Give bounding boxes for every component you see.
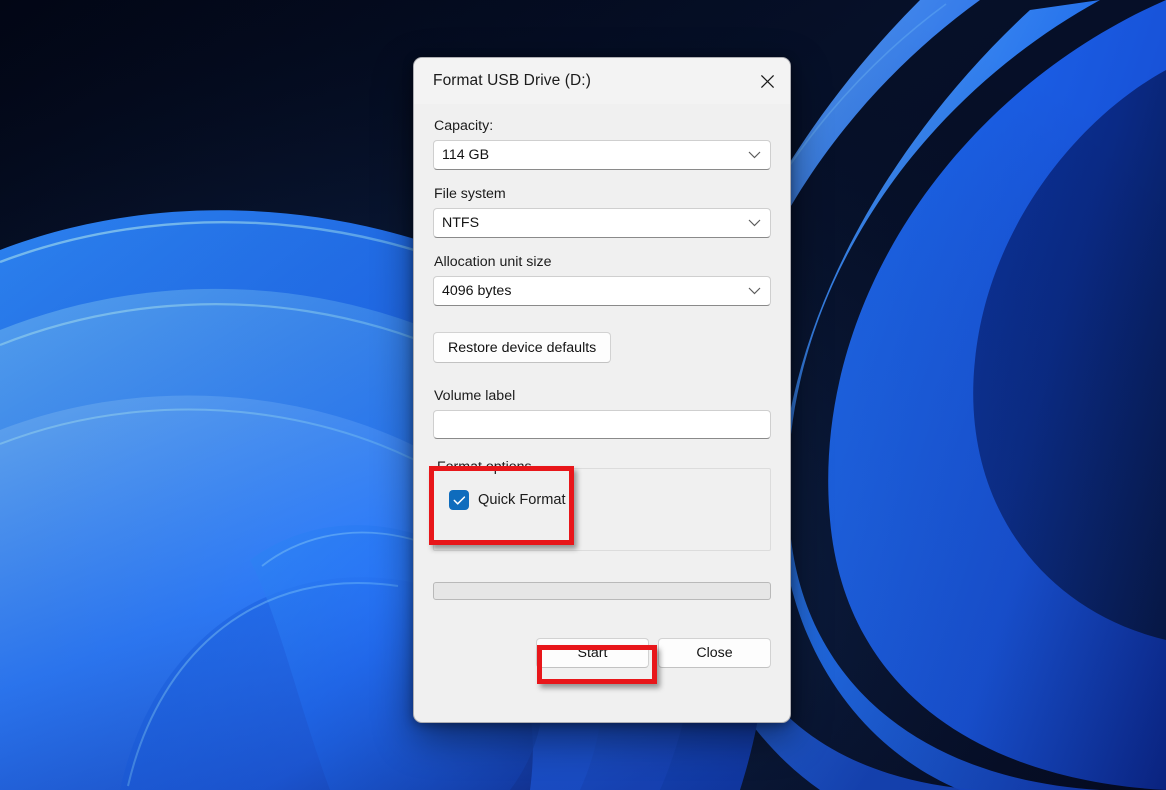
dialog-title: Format USB Drive (D:) — [433, 72, 591, 89]
close-dialog-button[interactable]: Close — [658, 638, 771, 668]
capacity-select[interactable]: 114 GB — [433, 140, 771, 170]
close-icon — [760, 74, 774, 88]
format-options-legend: Format options — [436, 459, 536, 475]
volume-label-label: Volume label — [434, 388, 516, 404]
quick-format-label: Quick Format — [478, 492, 566, 508]
capacity-label: Capacity: — [434, 118, 494, 134]
file-system-select[interactable]: NTFS — [433, 208, 771, 238]
file-system-value: NTFS — [442, 215, 480, 231]
format-usb-drive-dialog: Format USB Drive (D:) Capacity: 114 GB F… — [413, 57, 791, 723]
dialog-footer: Start Close — [433, 638, 771, 668]
close-button[interactable] — [744, 58, 790, 104]
quick-format-checkbox-row[interactable]: Quick Format — [449, 490, 566, 510]
allocation-unit-size-select[interactable]: 4096 bytes — [433, 276, 771, 306]
allocation-unit-size-label: Allocation unit size — [434, 254, 552, 270]
format-progress-bar — [433, 582, 771, 600]
start-button[interactable]: Start — [536, 638, 649, 668]
dialog-titlebar: Format USB Drive (D:) — [414, 58, 790, 104]
format-options-group: Format options Quick Format — [433, 459, 771, 551]
chevron-down-icon — [748, 151, 761, 160]
checkmark-icon — [453, 495, 465, 505]
allocation-unit-size-value: 4096 bytes — [442, 283, 512, 299]
restore-device-defaults-button[interactable]: Restore device defaults — [433, 332, 612, 363]
file-system-label: File system — [434, 186, 506, 202]
chevron-down-icon — [748, 219, 761, 228]
capacity-value: 114 GB — [442, 147, 490, 163]
chevron-down-icon — [748, 287, 761, 296]
quick-format-checkbox[interactable] — [449, 490, 469, 510]
volume-label-input[interactable] — [433, 410, 771, 439]
dialog-body: Capacity: 114 GB File system NTFS Alloca… — [414, 118, 790, 668]
